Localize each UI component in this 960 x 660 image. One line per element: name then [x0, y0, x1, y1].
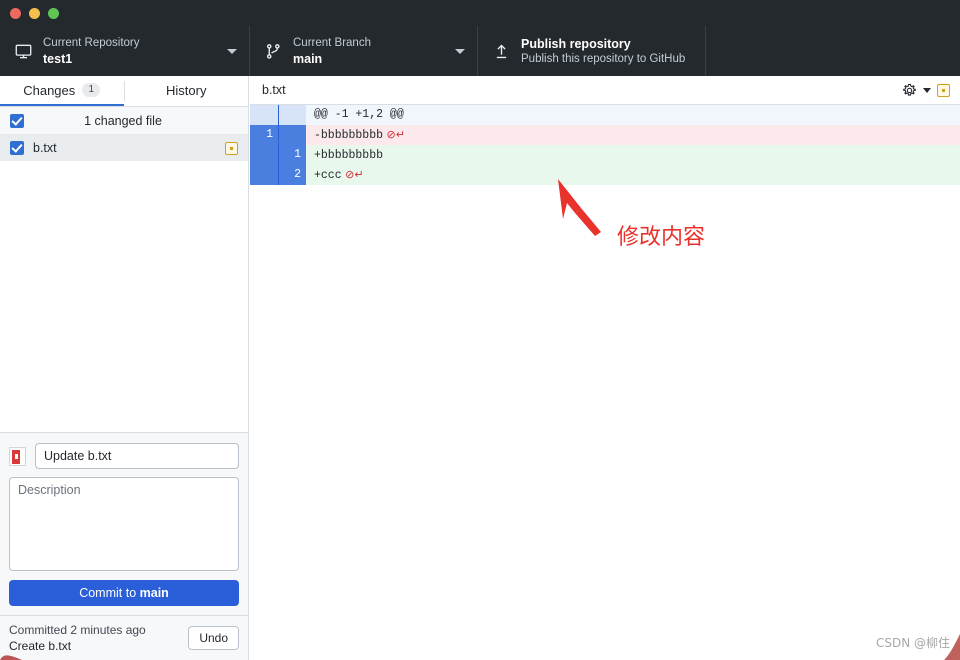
current-repository-label: Current Repository: [43, 36, 140, 49]
diff-old-line-number: [250, 145, 278, 165]
diff-line-code: -bbbbbbbbb: [314, 129, 384, 142]
tab-changes[interactable]: Changes 1: [0, 76, 124, 106]
diff-line-text: -bbbbbbbbb ⊘↵: [306, 125, 960, 145]
tab-history-label: History: [166, 82, 207, 98]
upload-icon: [490, 43, 512, 60]
file-list-empty-area: [0, 161, 248, 430]
tab-changes-badge: 1: [82, 83, 101, 97]
commit-summary-input[interactable]: [35, 443, 239, 469]
branch-icon: [262, 43, 284, 60]
publish-repository-button[interactable]: Publish repository Publish this reposito…: [478, 26, 706, 76]
current-branch-value: main: [293, 51, 323, 66]
avatar: [9, 446, 26, 466]
modified-status-icon: [225, 141, 238, 155]
no-newline-marker: ⊘↵: [383, 128, 405, 141]
current-branch-button[interactable]: Current Branch main: [250, 26, 478, 76]
sidebar-tabs: Changes 1 History: [0, 76, 248, 107]
minimize-window-button[interactable]: [29, 8, 40, 19]
diff-old-line-number: 1: [250, 125, 278, 145]
no-newline-marker: ⊘↵: [341, 168, 364, 181]
publish-repository-subtitle: Publish this repository to GitHub: [521, 52, 686, 65]
tab-changes-label: Changes: [23, 82, 76, 98]
diff-line-hunk: @@ -1 +1,2 @@: [250, 105, 960, 125]
current-repository-text: Current Repository test1: [43, 36, 219, 67]
diff-pane: b.txt @@ -1 +1,2 @@ 1 -bbbbbbbbb ⊘↵ 1 +b…: [250, 76, 960, 660]
current-repository-button[interactable]: Current Repository test1: [0, 26, 250, 76]
diff-new-line-number: [278, 125, 306, 145]
diff-new-line-number: 1: [278, 145, 306, 165]
commit-form: Commit to main: [0, 432, 248, 615]
last-commit-status: Committed 2 minutes ago: [9, 623, 146, 637]
diff-hunk-header-text: @@ -1 +1,2 @@: [306, 105, 960, 125]
last-commit-message: Create b.txt: [9, 639, 72, 653]
github-desktop-window: Current Repository test1 Current Branch …: [0, 0, 960, 660]
main-toolbar: Current Repository test1 Current Branch …: [0, 26, 960, 76]
commit-description-input[interactable]: [9, 477, 239, 571]
changed-files-header: 1 changed file: [0, 107, 248, 135]
diff-header-actions: [902, 83, 950, 98]
diff-body: @@ -1 +1,2 @@ 1 -bbbbbbbbb ⊘↵ 1 +bbbbbbb…: [250, 105, 960, 185]
diff-new-line-number: 2: [278, 165, 306, 185]
select-all-checkbox[interactable]: [10, 113, 24, 128]
file-name-label: b.txt: [33, 141, 57, 155]
current-branch-label: Current Branch: [293, 36, 371, 49]
gear-icon[interactable]: [902, 83, 917, 98]
diff-old-line-number: [250, 105, 278, 125]
chevron-down-icon: [227, 48, 237, 54]
diff-line-text: +ccc ⊘↵: [306, 165, 960, 185]
diff-filename: b.txt: [262, 83, 286, 97]
last-commit-text: Committed 2 minutes ago Create b.txt: [9, 623, 180, 653]
toolbar-empty-area: [706, 26, 960, 76]
publish-repository-title: Publish repository: [521, 36, 631, 51]
diff-line-added[interactable]: 2 +ccc ⊘↵: [250, 165, 960, 185]
tab-history[interactable]: History: [125, 76, 249, 106]
chevron-down-icon: [455, 48, 465, 54]
diff-modified-status-icon: [937, 83, 950, 97]
commit-button-branch: main: [139, 586, 169, 600]
file-checkbox[interactable]: [10, 141, 24, 155]
watermark-text: CSDN @柳住: [875, 636, 950, 650]
commit-summary-row: [9, 443, 239, 469]
last-commit-bar: Committed 2 minutes ago Create b.txt Und…: [0, 615, 248, 660]
undo-button[interactable]: Undo: [188, 626, 239, 650]
commit-button-prefix: Commit to: [79, 586, 140, 600]
diff-new-line-number: [278, 105, 306, 125]
current-branch-text: Current Branch main: [293, 36, 447, 67]
repository-icon: [12, 43, 34, 60]
annotation-text: 修改内容: [617, 225, 706, 250]
traffic-lights: [10, 8, 59, 19]
changed-files-summary: 1 changed file: [84, 113, 162, 128]
diff-line-deleted[interactable]: 1 -bbbbbbbbb ⊘↵: [250, 125, 960, 145]
close-window-button[interactable]: [10, 8, 21, 19]
maximize-window-button[interactable]: [48, 8, 59, 19]
diff-line-code: +ccc: [314, 169, 342, 182]
changes-sidebar: Changes 1 History 1 changed file b.txt U…: [0, 76, 249, 660]
current-repository-value: test1: [43, 51, 73, 66]
chevron-down-icon[interactable]: [923, 87, 931, 93]
diff-line-code: +bbbbbbbbb: [314, 149, 384, 162]
title-bar: [0, 0, 960, 26]
file-list-item-b-txt[interactable]: b.txt: [0, 135, 248, 161]
publish-repository-text: Publish repository Publish this reposito…: [521, 36, 693, 67]
diff-line-text: +bbbbbbbbb: [306, 145, 960, 165]
commit-button[interactable]: Commit to main: [9, 580, 239, 606]
diff-old-line-number: [250, 165, 278, 185]
diff-line-added[interactable]: 1 +bbbbbbbbb: [250, 145, 960, 165]
diff-header: b.txt: [250, 76, 960, 105]
